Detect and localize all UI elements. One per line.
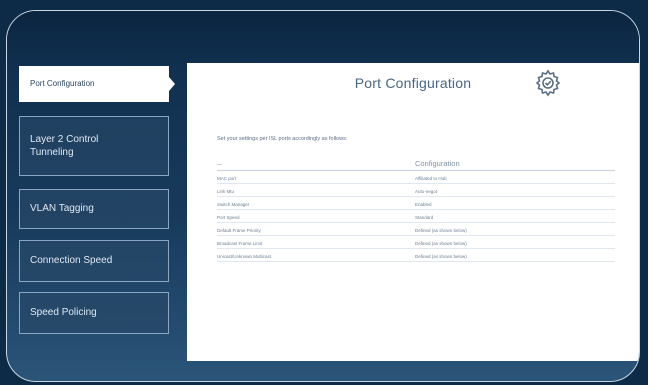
table-cell-parameter: Unicast/Unknown Multicast [217,254,272,259]
sidebar-item-label: Layer 2 Control Tunneling [30,133,99,159]
table-cell-value: Auto-negot [415,189,438,194]
table-cell-value: Defined (as shown below) [415,241,467,246]
table-cell-value: Defined (as shown below) [415,228,467,233]
sidebar-item-speed-policing[interactable]: Speed Policing [19,292,169,334]
table-header: — Configuration [217,155,615,171]
active-indicator-arrow [169,77,175,91]
table-row: Switch Manager Enabled [217,197,615,210]
table-row: Default Frame Priority Defined (as shown… [217,223,615,236]
page-title: Port Configuration [354,75,472,91]
sidebar-item-label: Connection Speed [30,255,113,267]
table-cell-parameter: Default Frame Priority [217,228,261,233]
column-header-configuration: Configuration [415,159,460,168]
sidebar-item-connection-speed[interactable]: Connection Speed [19,240,169,282]
sidebar-item-vlan-tagging[interactable]: VLAN Tagging [19,189,169,229]
configuration-table: — Configuration MAC port Affiliated to H… [217,155,615,262]
sidebar-item-label: VLAN Tagging [30,203,94,215]
table-row: MAC port Affiliated to Hub [217,171,615,184]
table-row: Unicast/Unknown Multicast Defined (as sh… [217,249,615,262]
sidebar-item-label: Port Configuration [30,78,95,88]
table-row: Port Speed Standard [217,210,615,223]
gear-icon [535,69,561,97]
sidebar-item-label: Speed Policing [30,307,97,319]
sidebar-item-layer2-control-tunneling[interactable]: Layer 2 Control Tunneling [19,116,169,176]
table-cell-value: Enabled [415,202,432,207]
table-row: Link Mtu Auto-negot [217,184,615,197]
table-cell-value: Affiliated to Hub [415,176,447,181]
table-cell-parameter: Broadcast Frame Limit [217,241,263,246]
table-cell-parameter: MAC port [217,176,237,181]
table-cell-parameter: Port Speed [217,215,240,220]
sidebar: Port Configuration Layer 2 Control Tunne… [19,11,179,381]
content-panel: Port Configuration Set your settings per… [187,63,639,361]
table-row: Broadcast Frame Limit Defined (as shown … [217,236,615,249]
table-cell-value: Defined (as shown below) [415,254,467,259]
table-cell-parameter: Switch Manager [217,202,250,207]
sidebar-item-port-configuration[interactable]: Port Configuration [19,66,169,102]
description-text: Set your settings per ISL ports accordin… [217,136,348,142]
column-header-parameter: — [217,162,222,168]
app-frame: Port Configuration Layer 2 Control Tunne… [6,10,640,382]
table-cell-value: Standard [415,215,434,220]
table-cell-parameter: Link Mtu [217,189,235,194]
